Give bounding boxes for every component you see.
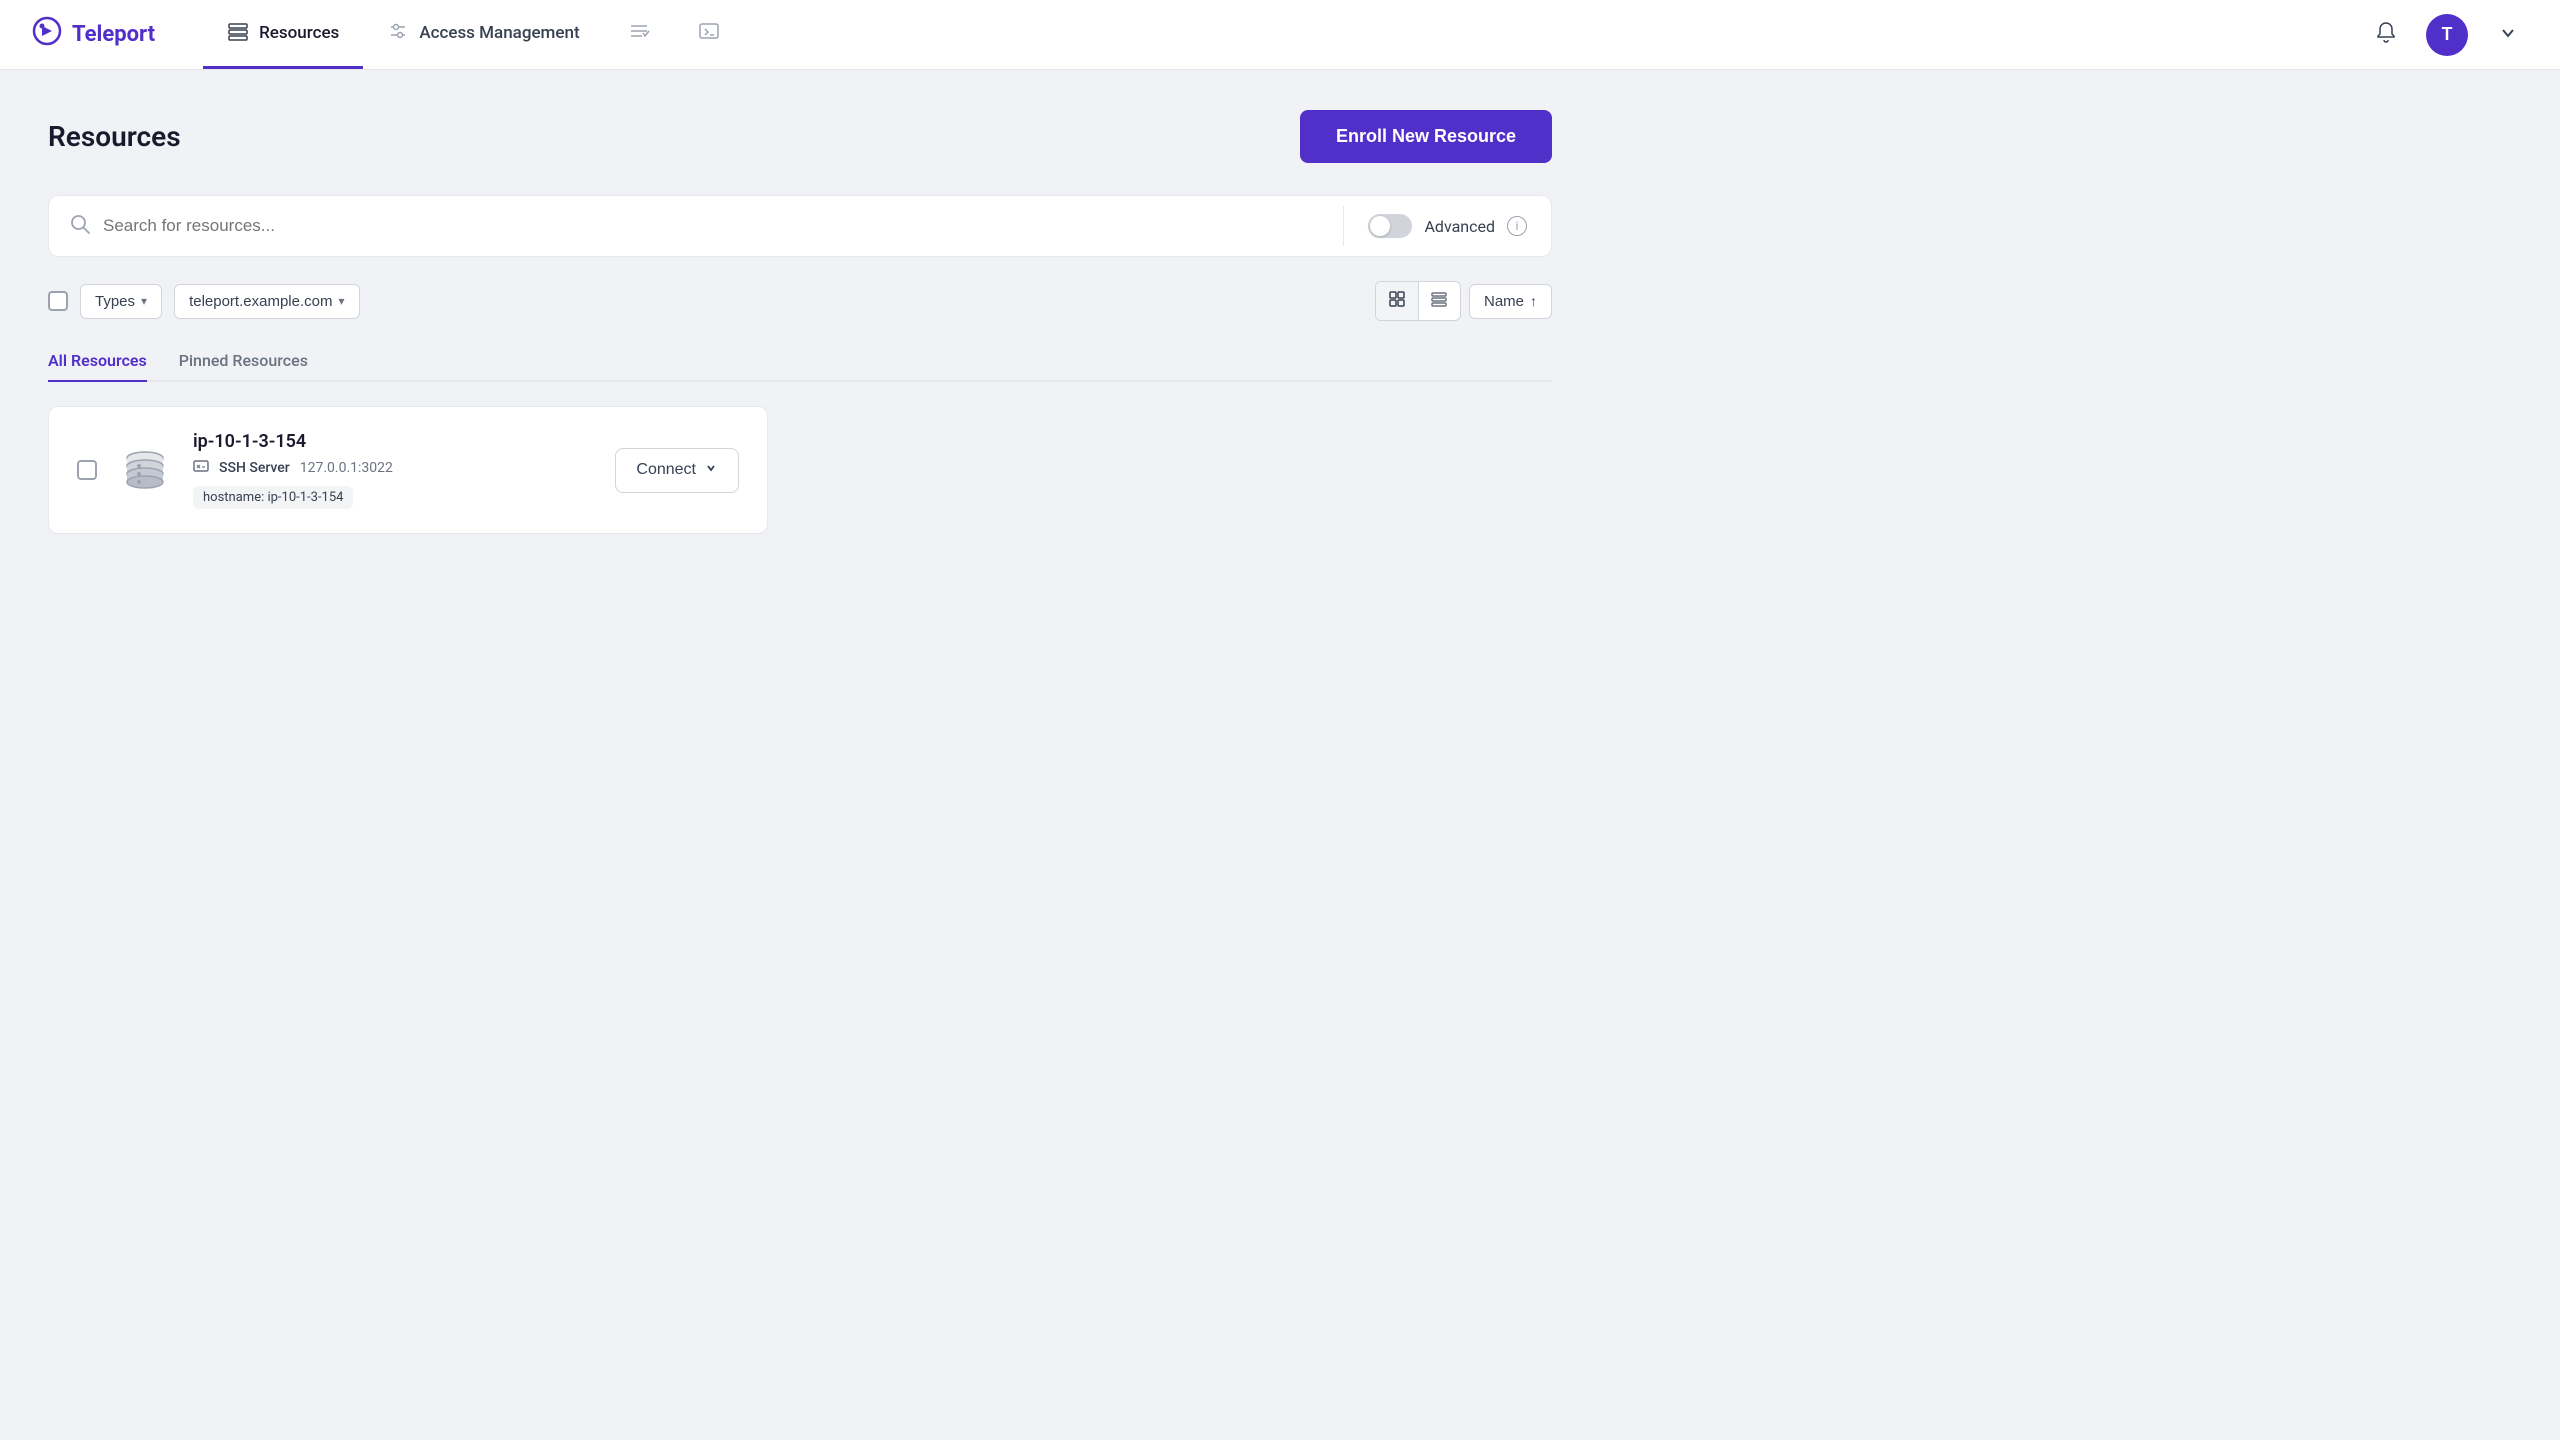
nav-item-access-management[interactable]: Access Management [363,0,603,69]
logo-text: Teleport [72,22,155,47]
nav-access-management-label: Access Management [419,23,579,43]
search-section: Advanced i [48,195,1552,257]
grid-view-button[interactable] [1376,282,1418,320]
main-content: Resources Enroll New Resource Advanced i [0,70,1600,574]
view-toggle-group [1375,281,1461,321]
types-filter-button[interactable]: Types ▾ [80,284,162,319]
list-icon [1430,290,1448,313]
enroll-new-resource-button[interactable]: Enroll New Resource [1300,110,1552,163]
select-all-checkbox[interactable] [48,291,68,311]
types-chevron-icon: ▾ [141,294,147,308]
sort-label: Name [1484,293,1524,310]
search-advanced-section: Advanced i [1344,214,1551,238]
sort-button[interactable]: Name ↑ [1469,284,1552,319]
nav-resources-label: Resources [259,23,339,43]
page-header: Resources Enroll New Resource [48,110,1552,163]
connect-chevron-icon [704,461,718,480]
resource-type: SSH Server [219,460,290,476]
search-input-wrapper [49,196,1343,256]
connect-label: Connect [636,461,696,479]
sort-arrow-icon: ↑ [1530,293,1537,309]
resource-checkbox[interactable] [77,460,97,480]
nav-chevron-button[interactable] [2488,15,2528,55]
nav-item-tasks[interactable] [604,0,674,69]
avatar[interactable]: T [2426,14,2468,56]
tabs-row: All Resources Pinned Resources [48,341,1552,382]
cluster-chevron-icon: ▾ [338,294,344,308]
search-icon [69,213,91,239]
tab-pinned-resources[interactable]: Pinned Resources [179,341,308,382]
list-view-button[interactable] [1418,282,1460,320]
grid-icon [1388,290,1406,313]
nav-item-resources[interactable]: Resources [203,0,363,69]
page-title: Resources [48,120,181,153]
resource-type-row: SSH Server 127.0.0.1:3022 [193,458,595,478]
resource-tags: hostname: ip-10-1-3-154 [193,486,595,509]
teleport-logo-icon [32,16,62,53]
info-icon[interactable]: i [1507,216,1527,236]
terminal-icon [698,20,720,47]
bell-button[interactable] [2366,15,2406,55]
connect-button[interactable]: Connect [615,448,739,493]
resource-info: ip-10-1-3-154 SSH Server 127.0.0.1:3022 … [193,431,595,509]
resource-name: ip-10-1-3-154 [193,431,595,452]
cluster-filter-button[interactable]: teleport.example.com ▾ [174,284,359,319]
types-filter-label: Types [95,293,135,310]
cluster-filter-label: teleport.example.com [189,293,332,310]
ssh-server-icon [193,458,209,478]
logo[interactable]: Teleport [32,16,155,53]
advanced-label: Advanced [1424,217,1495,236]
nav-right: T [2366,14,2528,56]
filters-left: Types ▾ teleport.example.com ▾ [48,284,360,319]
bell-icon [2374,20,2398,50]
filters-right: Name ↑ [1375,281,1552,321]
tab-all-resources[interactable]: All Resources [48,341,147,382]
access-management-icon [387,20,409,47]
tasks-icon [628,20,650,47]
toggle-knob [1370,216,1390,236]
search-input[interactable] [103,196,1323,256]
chevron-down-icon [2499,23,2517,47]
nav-item-terminal[interactable] [674,0,744,69]
navbar: Teleport Resources Access [0,0,2560,70]
nav-items: Resources Access Management [203,0,2366,69]
resource-card[interactable]: ip-10-1-3-154 SSH Server 127.0.0.1:3022 … [48,406,768,534]
avatar-letter: T [2441,24,2452,45]
resource-tag: hostname: ip-10-1-3-154 [193,486,353,509]
resource-address: 127.0.0.1:3022 [300,460,393,476]
advanced-toggle[interactable] [1368,214,1412,238]
resources-icon [227,20,249,47]
resource-icon [117,442,173,498]
filters-row: Types ▾ teleport.example.com ▾ [48,281,1552,321]
